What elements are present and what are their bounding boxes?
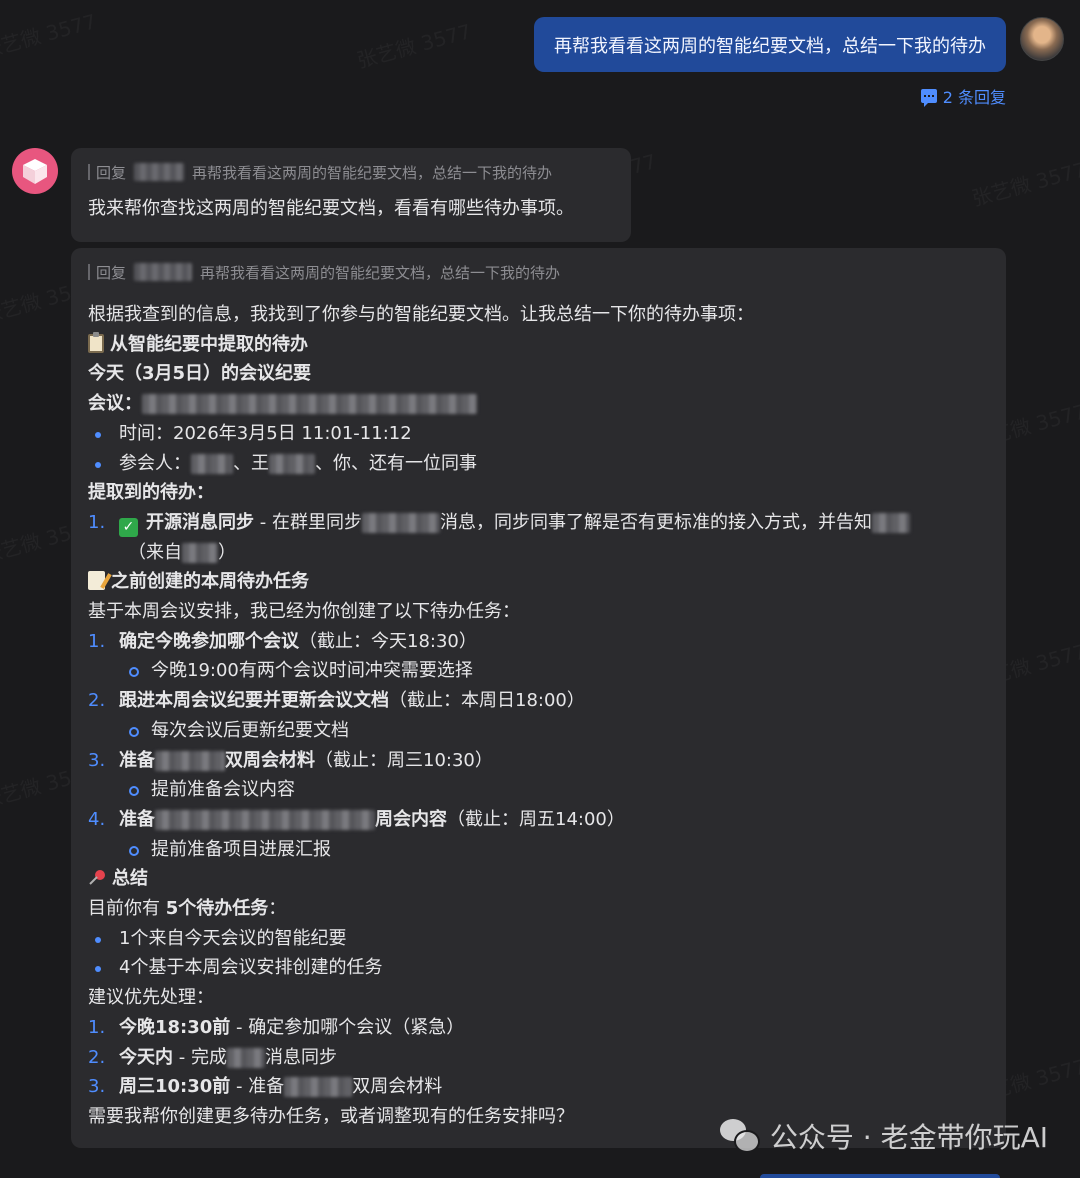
- task-subitem: 提前准备会议内容: [88, 775, 989, 805]
- redacted-name: [134, 163, 185, 181]
- redacted-name: [191, 453, 233, 474]
- user-avatar[interactable]: [1020, 17, 1064, 61]
- brand-watermark: 公众号 · 老金带你玩AI: [719, 1116, 1048, 1156]
- reply-count-link[interactable]: 2 条回复: [920, 84, 1006, 108]
- meeting-attendees: 参会人： 、王 、你、还有一位同事: [88, 449, 989, 479]
- reply-count-label: 2 条回复: [942, 88, 1006, 107]
- chat-bubble-icon: [920, 89, 937, 107]
- priority-heading: 建议优先处理：: [88, 987, 214, 1009]
- reply-quote-text: 再帮我看看这两周的智能纪要文档，总结一下我的待办: [192, 163, 553, 182]
- brand-text: 公众号 · 老金带你玩AI: [769, 1121, 1048, 1154]
- clipboard-icon: [88, 331, 104, 353]
- task-item: 1. 确定今晚参加哪个会议（截止：今天18:30）: [88, 630, 477, 652]
- watermark: 张艺微 3577: [353, 15, 474, 73]
- list-item-continuation: （来自）: [128, 541, 236, 563]
- memo-icon: [88, 571, 105, 591]
- bot-avatar[interactable]: [12, 148, 58, 194]
- redacted-text: [871, 512, 910, 533]
- section-intro: 基于本周会议安排，我已经为你创建了以下待办任务：: [88, 601, 520, 623]
- task-item: 2. 跟进本周会议纪要并更新会议文档（截止：本周日18:00）: [88, 690, 585, 712]
- redacted-text: [182, 542, 218, 563]
- wechat-icon: [719, 1119, 760, 1153]
- meeting-time: 时间：2026年3月5日 11:01-11:12: [88, 419, 989, 449]
- redacted-text: [361, 512, 440, 533]
- pushpin-icon: [88, 869, 106, 887]
- redacted-text: [284, 1077, 353, 1098]
- reply-quote-text: 再帮我看看这两周的智能纪要文档，总结一下我的待办: [200, 263, 561, 282]
- summary-item: 4个基于本周会议安排创建的任务: [88, 953, 989, 983]
- subsection-heading: 提取到的待办：: [88, 482, 214, 504]
- summary-item: 1个来自今天会议的智能纪要: [88, 924, 989, 954]
- redacted-name: [134, 263, 193, 281]
- reply-quote: 回复 再帮我看看这两周的智能纪要文档，总结一下我的待办: [88, 262, 989, 282]
- reply-quote: 回复 再帮我看看这两周的智能纪要文档，总结一下我的待办: [88, 162, 614, 182]
- priority-item: 1. 今晚18:30前 - 确定参加哪个会议（紧急）: [88, 1016, 465, 1038]
- user-message-bubble[interactable]: 再帮我看看这两周的智能纪要文档，总结一下我的待办: [534, 17, 1006, 72]
- redacted-meeting-name: [142, 394, 477, 415]
- reply-quote-prefix: 回复: [96, 263, 127, 282]
- check-icon: ✓: [119, 517, 138, 537]
- list-item: 1. ✓ 开源消息同步 - 在群里同步 消息，同步同事了解是否有更标准的接入方式，并告…: [88, 508, 989, 538]
- bot-message-bubble: 回复 再帮我看看这两周的智能纪要文档，总结一下我的待办 根据我查到的信息，我找到…: [71, 248, 1006, 1148]
- redacted-name: [269, 453, 315, 474]
- redacted-text: [226, 1047, 265, 1068]
- bot-message-text: 我来帮你查找这两周的智能纪要文档，看看有哪些待办事项。: [88, 198, 574, 219]
- watermark: 张艺微 3577: [0, 5, 99, 63]
- task-subitem: 每次会议后更新纪要文档: [88, 716, 989, 746]
- meeting-line: 会议：: [88, 389, 989, 419]
- subsection-heading: 今天（3月5日）的会议纪要: [88, 363, 312, 385]
- section-heading: 总结: [88, 864, 989, 894]
- section-heading: 之前创建的本周待办任务: [88, 567, 989, 597]
- cube-icon: [23, 159, 47, 184]
- watermark: 张艺微 3577: [968, 153, 1080, 211]
- user-message-text: 再帮我看看这两周的智能纪要文档，总结一下我的待办: [554, 35, 986, 57]
- section-heading: 从智能纪要中提取的待办: [88, 330, 989, 360]
- task-item: 4. 准备 周会内容（截止：周五14:00）: [88, 808, 625, 830]
- next-message-edge: [760, 1174, 1000, 1178]
- task-subitem: 今晚19:00有两个会议时间冲突需要选择: [88, 656, 989, 686]
- redacted-text: [155, 750, 225, 771]
- intro-text: 根据我查到的信息，我找到了你参与的智能纪要文档。让我总结一下你的待办事项：: [88, 304, 754, 325]
- redacted-text: [155, 809, 375, 830]
- reply-quote-prefix: 回复: [96, 163, 127, 182]
- task-item: 3. 准备 双周会材料（截止：周三10:30）: [88, 749, 493, 771]
- summary-line: 目前你有 5个待办任务：: [88, 898, 287, 920]
- priority-item: 3. 周三10:30前 - 准备 双周会材料: [88, 1076, 443, 1098]
- priority-item: 2. 今天内 - 完成 消息同步: [88, 1046, 337, 1068]
- task-subitem: 提前准备项目进展汇报: [88, 835, 989, 865]
- bot-message-bubble: 回复 再帮我看看这两周的智能纪要文档，总结一下我的待办 我来帮你查找这两周的智能…: [71, 148, 631, 242]
